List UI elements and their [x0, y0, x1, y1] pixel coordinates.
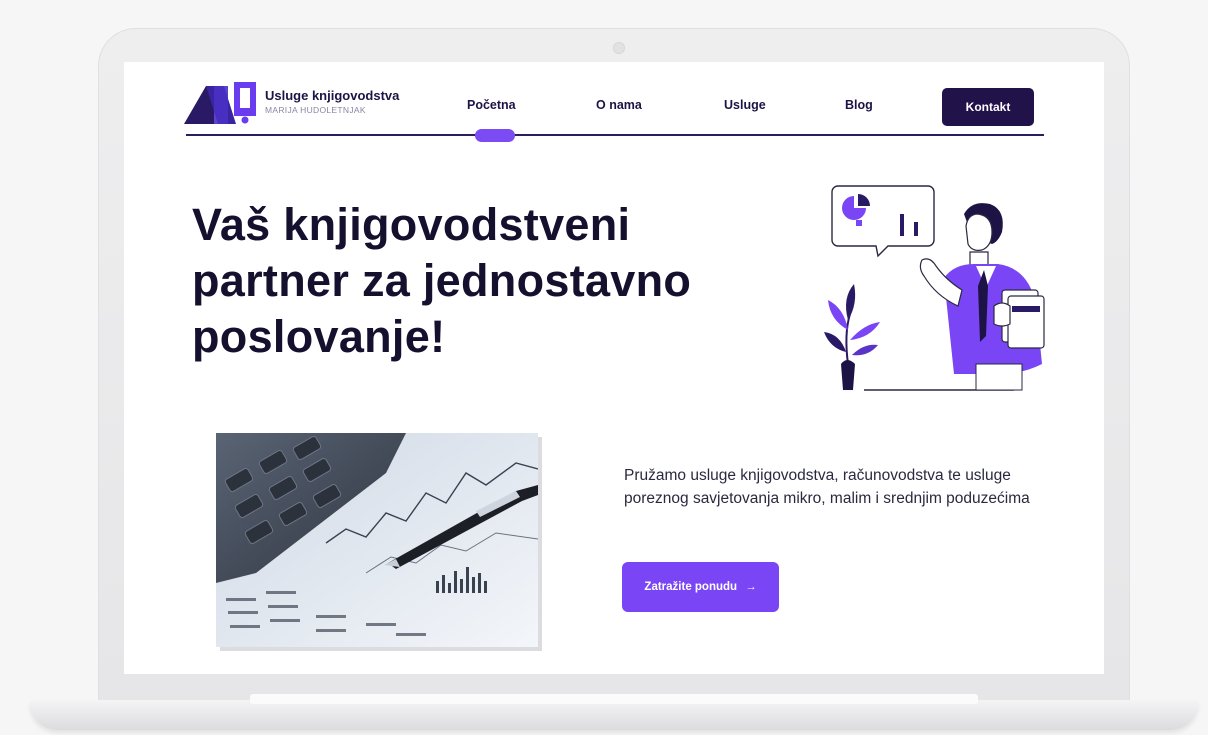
brand-title: Usluge knjigovodstva	[265, 88, 400, 103]
hero-description: Pružamo usluge knjigovodstva, računovods…	[624, 467, 1030, 507]
nav-item-blog[interactable]: Blog	[845, 98, 873, 112]
logo-mark[interactable]	[184, 80, 262, 124]
website-screen: Usluge knjigovodstva MARIJA HUDOLETNJAK …	[124, 62, 1104, 674]
active-nav-indicator	[475, 129, 515, 142]
calculator-chart-photo	[216, 433, 538, 647]
presenter-illustration	[824, 185, 1045, 391]
laptop-notch	[250, 694, 978, 704]
brand-subtitle: MARIJA HUDOLETNJAK	[265, 105, 366, 115]
nav-item-home[interactable]: Početna	[467, 98, 516, 112]
arrow-right-icon: →	[745, 581, 757, 593]
nav-item-services[interactable]: Usluge	[724, 98, 766, 112]
contact-button[interactable]: Kontakt	[942, 88, 1034, 126]
nav-divider	[186, 134, 1044, 136]
request-quote-button[interactable]: Zatražite ponudu →	[622, 562, 779, 612]
laptop-mockup: Usluge knjigovodstva MARIJA HUDOLETNJAK …	[0, 0, 1208, 735]
webcam	[613, 42, 625, 54]
hero-title: Vaš knjigovodstveni partner za jednostav…	[192, 199, 692, 362]
laptop-base	[30, 700, 1198, 730]
nav-item-about[interactable]: O nama	[596, 98, 642, 112]
request-quote-label: Zatražite ponudu	[644, 581, 738, 593]
